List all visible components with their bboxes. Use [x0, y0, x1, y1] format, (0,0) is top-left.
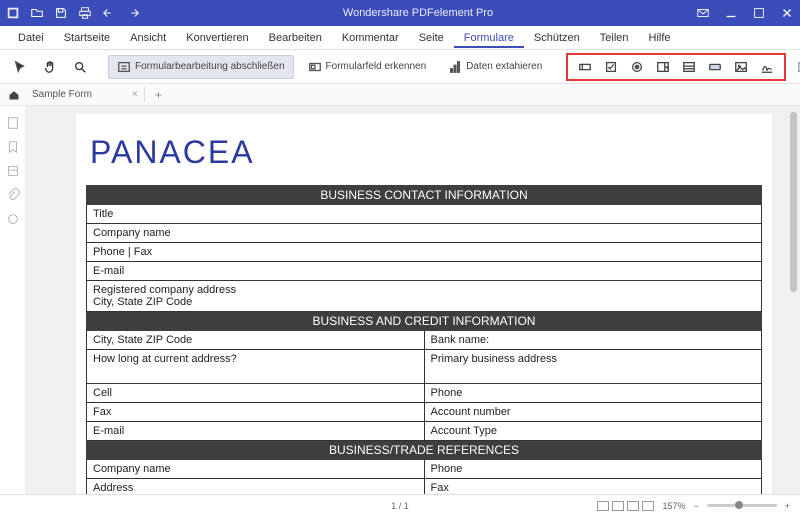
thumbnails-icon[interactable] — [6, 116, 20, 130]
undo-icon[interactable] — [102, 6, 116, 20]
work-area: PANACEA BUSINESS CONTACT INFORMATION Tit… — [0, 106, 800, 494]
section3-header: BUSINESS/TRADE REFERENCES — [87, 441, 762, 460]
field-howlong: How long at current address? — [87, 350, 425, 384]
field-bank: Bank name: — [424, 331, 762, 350]
minimize-icon[interactable] — [724, 6, 738, 20]
menu-schuetzen[interactable]: Schützen — [524, 28, 590, 48]
toolbar: Formularbearbeitung abschließen Formular… — [0, 50, 800, 84]
attachments-icon[interactable] — [6, 188, 20, 202]
menu-teilen[interactable]: Teilen — [590, 28, 639, 48]
menu-kommentar[interactable]: Kommentar — [332, 28, 409, 48]
field-email: E-mail — [87, 262, 762, 281]
menu-datei[interactable]: Datei — [8, 28, 54, 48]
print-icon[interactable] — [78, 6, 92, 20]
section2-header: BUSINESS AND CREDIT INFORMATION — [87, 312, 762, 331]
home-icon[interactable] — [8, 89, 20, 101]
field-phone2: Phone — [424, 384, 762, 403]
page-indicator[interactable]: 1 / 1 — [391, 501, 409, 511]
redo-icon[interactable] — [126, 6, 140, 20]
form-tools-highlight — [566, 53, 786, 81]
field-account: Account number — [424, 403, 762, 422]
title-bar: Wondershare PDFelement Pro — [0, 0, 800, 26]
field-address: Registered company addressCity, State ZI… — [87, 281, 762, 312]
field-bizaddr: Primary business address — [424, 350, 762, 384]
menu-bearbeiten[interactable]: Bearbeiten — [259, 28, 332, 48]
extract-data-button[interactable]: Daten extahieren — [440, 56, 550, 78]
doc-tab-label: Sample Form — [32, 89, 92, 100]
extract-data-label: Daten extahieren — [466, 61, 542, 72]
zoom-level[interactable]: 157% — [662, 501, 685, 511]
comments-icon[interactable] — [6, 212, 20, 226]
pdf-page: PANACEA BUSINESS CONTACT INFORMATION Tit… — [76, 114, 772, 494]
detect-form-field-button[interactable]: Formularfeld erkennen — [300, 56, 435, 78]
vertical-scrollbar[interactable] — [790, 112, 797, 292]
field-accttype: Account Type — [424, 422, 762, 441]
checkbox-field-icon[interactable] — [598, 57, 624, 77]
menu-konvertieren[interactable]: Konvertieren — [176, 28, 258, 48]
menu-formulare[interactable]: Formulare — [454, 28, 524, 48]
tab-close-icon[interactable]: × — [132, 89, 138, 100]
form-table: BUSINESS CONTACT INFORMATION Title Compa… — [86, 185, 762, 494]
signature-field-icon[interactable] — [754, 57, 780, 77]
listbox-field-icon[interactable] — [676, 57, 702, 77]
zoom-in-icon[interactable]: + — [785, 501, 790, 511]
menu-hilfe[interactable]: Hilfe — [639, 28, 681, 48]
image-field-icon[interactable] — [728, 57, 754, 77]
field-fax: Fax — [87, 403, 425, 422]
field-title: Title — [87, 205, 762, 224]
field-company: Company name — [87, 224, 762, 243]
document-canvas[interactable]: PANACEA BUSINESS CONTACT INFORMATION Tit… — [26, 106, 800, 494]
field-refcompany: Company name — [87, 460, 425, 479]
bookmarks-icon[interactable] — [6, 140, 20, 154]
hand-tool-icon[interactable] — [38, 57, 62, 77]
side-tool-rail — [0, 106, 26, 494]
form-properties-icon[interactable] — [792, 57, 800, 77]
zoom-slider[interactable] — [707, 504, 777, 507]
field-refphone: Phone — [424, 460, 762, 479]
menu-seite[interactable]: Seite — [409, 28, 454, 48]
new-tab-icon[interactable]: + — [151, 88, 166, 102]
view-mode-icons[interactable] — [597, 501, 654, 511]
zoom-out-icon[interactable]: − — [693, 501, 698, 511]
close-form-label: Formularbearbeitung abschließen — [135, 61, 285, 72]
section1-header: BUSINESS CONTACT INFORMATION — [87, 186, 762, 205]
document-tabs: Sample Form × + — [0, 84, 800, 106]
menu-bar: Datei Startseite Ansicht Konvertieren Be… — [0, 26, 800, 50]
menu-startseite[interactable]: Startseite — [54, 28, 120, 48]
button-field-icon[interactable] — [702, 57, 728, 77]
search-side-icon[interactable] — [6, 164, 20, 178]
combobox-field-icon[interactable] — [650, 57, 676, 77]
text-field-icon[interactable] — [572, 57, 598, 77]
radio-field-icon[interactable] — [624, 57, 650, 77]
document-logo: PANACEA — [90, 134, 762, 171]
mail-icon[interactable] — [696, 6, 710, 20]
app-title: Wondershare PDFelement Pro — [140, 7, 696, 19]
field-refaddress: Address — [87, 479, 425, 495]
open-icon[interactable] — [30, 6, 44, 20]
doc-tab-0[interactable]: Sample Form × — [26, 87, 145, 102]
field-cell: Cell — [87, 384, 425, 403]
close-icon[interactable] — [780, 6, 794, 20]
close-form-editing-button[interactable]: Formularbearbeitung abschließen — [108, 55, 294, 79]
status-bar: 1 / 1 157% − + — [0, 494, 800, 516]
detect-form-label: Formularfeld erkennen — [326, 61, 427, 72]
field-phone-fax: Phone | Fax — [87, 243, 762, 262]
app-logo-icon — [6, 6, 20, 20]
maximize-icon[interactable] — [752, 6, 766, 20]
save-icon[interactable] — [54, 6, 68, 20]
field-email2: E-mail — [87, 422, 425, 441]
menu-ansicht[interactable]: Ansicht — [120, 28, 176, 48]
field-city: City, State ZIP Code — [87, 331, 425, 350]
zoom-tool-icon[interactable] — [68, 57, 92, 77]
select-tool-icon[interactable] — [8, 57, 32, 77]
field-reffax: Fax — [424, 479, 762, 495]
